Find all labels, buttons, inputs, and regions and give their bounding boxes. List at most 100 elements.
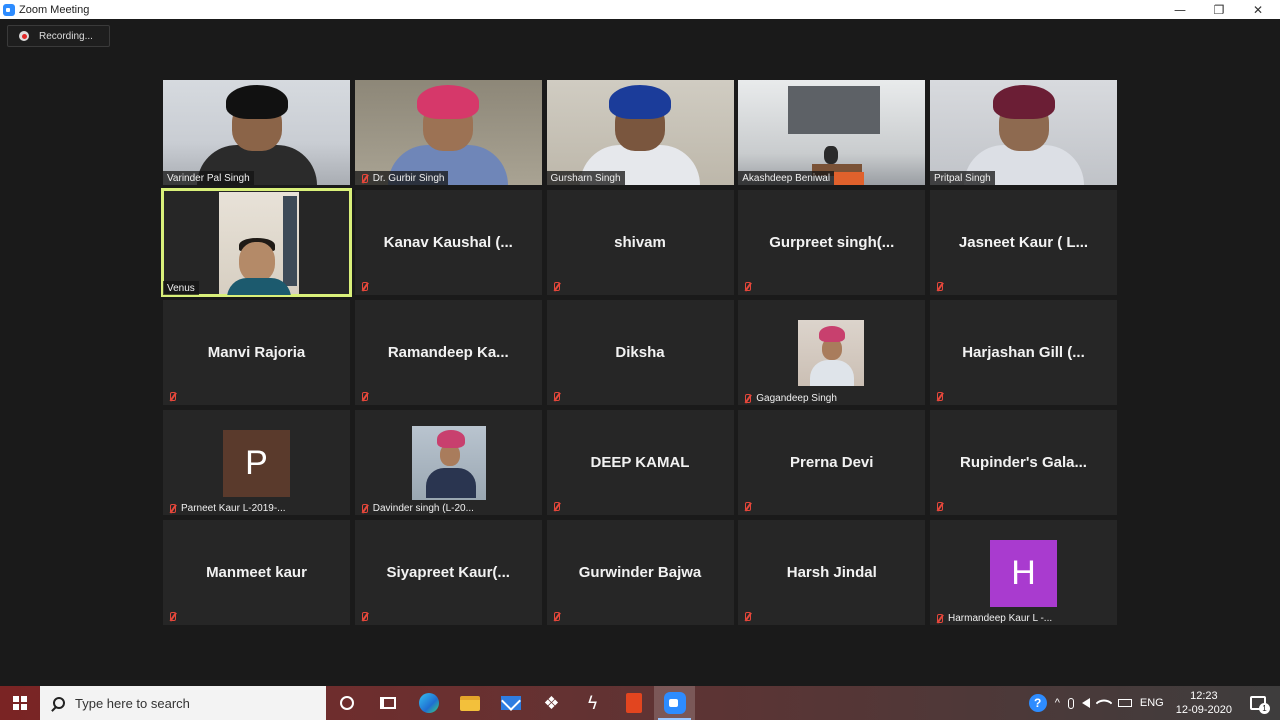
clock[interactable]: 12:23 12-09-2020 [1168, 689, 1240, 717]
muted-mic-icon [551, 501, 561, 512]
participant-name: Gagandeep Singh [738, 391, 841, 405]
edge-icon [418, 693, 439, 713]
clock-time: 12:23 [1190, 690, 1218, 702]
app-bolt-button[interactable]: ϟ [572, 686, 613, 720]
participant-display-name: Manvi Rajoria [207, 344, 306, 361]
profile-letter-avatar: P [223, 430, 290, 497]
muted-mic-icon [359, 281, 369, 292]
wifi-icon [1095, 694, 1113, 712]
participant-tile[interactable]: Harsh Jindal [738, 520, 926, 625]
speaker-icon [1081, 698, 1090, 708]
task-view-icon [379, 697, 396, 709]
window-title: Zoom Meeting [19, 3, 90, 16]
participant-tile[interactable]: Harjashan Gill (... [930, 300, 1117, 405]
participant-display-name: Kanav Kaushal (... [383, 234, 513, 251]
chair [834, 172, 865, 185]
recording-indicator[interactable]: Recording... [7, 25, 110, 47]
system-tray: ? ^ ENG 12:23 12-09-2020 1 [1025, 686, 1280, 720]
participant-video [354, 80, 542, 185]
clock-date: 12-09-2020 [1175, 704, 1232, 716]
participant-tile[interactable]: Dr. Gurbir Singh [354, 80, 542, 185]
edge-button[interactable] [408, 686, 449, 720]
participant-video [930, 80, 1117, 185]
participant-video [738, 80, 926, 185]
muted-mic-icon [742, 611, 752, 622]
participant-tile[interactable]: Kanav Kaushal (... [354, 190, 542, 295]
participant-display-name: Jasneet Kaur ( L... [958, 234, 1089, 251]
action-center-button[interactable]: 1 [1240, 686, 1280, 720]
title-bar: Zoom Meeting — ❐ ✕ [0, 0, 1280, 19]
participant-tile[interactable]: Prerna Devi [738, 410, 926, 515]
participant-tile[interactable]: Jasneet Kaur ( L... [930, 190, 1117, 295]
participant-tile[interactable]: P Parneet Kaur L-2019-... [163, 410, 350, 515]
participant-name: Harmandeep Kaur L -... [930, 611, 1056, 625]
participant-tile[interactable]: Pritpal Singh [930, 80, 1117, 185]
participant-tile[interactable]: DEEP KAMAL [546, 410, 734, 515]
cortana-button[interactable] [326, 686, 367, 720]
restore-button[interactable]: ❐ [1199, 0, 1239, 19]
participant-tile[interactable]: shivam [546, 190, 734, 295]
chevron-up-icon: ^ [1054, 697, 1060, 709]
file-explorer-button[interactable] [449, 686, 490, 720]
show-hidden-icons-button[interactable]: ^ [1051, 686, 1064, 720]
participant-tile[interactable]: Manmeet kaur [163, 520, 350, 625]
office-button[interactable] [613, 686, 654, 720]
close-button[interactable]: ✕ [1238, 0, 1278, 19]
participant-video [163, 80, 350, 185]
participant-display-name: Prerna Devi [790, 454, 874, 471]
language-indicator[interactable]: ENG [1136, 686, 1168, 720]
participant-display-name: Diksha [615, 344, 665, 361]
person-figure [824, 146, 839, 164]
help-button[interactable]: ? [1025, 686, 1051, 720]
battery-icon [1117, 699, 1132, 707]
battery-button[interactable] [1114, 686, 1136, 720]
participant-name: Davinder singh (L-20... [355, 501, 478, 515]
dropbox-button[interactable]: ❖ [531, 686, 572, 720]
participant-tile[interactable]: Akashdeep Beniwal [738, 80, 926, 185]
search-icon [53, 697, 65, 709]
minimize-button[interactable]: — [1160, 0, 1200, 19]
microphone-tray-button[interactable] [1064, 686, 1078, 720]
muted-mic-icon [551, 391, 561, 402]
participant-tile[interactable]: Gagandeep Singh [738, 300, 926, 405]
zoom-taskbar-button[interactable] [654, 686, 695, 720]
participant-display-name: Siyapreet Kaur(... [386, 564, 510, 581]
participant-display-name: Gurpreet singh(... [769, 234, 895, 251]
participant-tile[interactable]: Gurwinder Bajwa [546, 520, 734, 625]
participant-tile[interactable]: Ramandeep Ka... [354, 300, 542, 405]
participant-tile[interactable]: Gursharn Singh [546, 80, 734, 185]
muted-mic-icon [167, 391, 177, 402]
participant-display-name: DEEP KAMAL [590, 454, 690, 471]
participant-tile[interactable]: Siyapreet Kaur(... [354, 520, 542, 625]
network-button[interactable] [1094, 686, 1114, 720]
participant-tile[interactable]: H Harmandeep Kaur L -... [930, 520, 1117, 625]
participant-tile[interactable]: Manvi Rajoria [163, 300, 350, 405]
gallery-view: Varinder Pal Singh Dr. Gurbir Singh Gurs… [161, 80, 1117, 625]
muted-mic-icon [934, 281, 944, 292]
participant-name: Venus [163, 281, 199, 295]
muted-mic-icon [359, 503, 369, 514]
participant-tile[interactable]: Gurpreet singh(... [738, 190, 926, 295]
zoom-app-icon [3, 3, 15, 16]
dropbox-icon: ❖ [543, 692, 560, 713]
taskbar-search-box[interactable] [40, 686, 326, 720]
muted-mic-icon [742, 281, 752, 292]
windows-taskbar: ❖ ϟ ? ^ ENG 12:23 12-09-2020 1 [0, 686, 1280, 720]
task-view-button[interactable] [367, 686, 408, 720]
participant-name: Akashdeep Beniwal [738, 171, 835, 185]
participant-name: Parneet Kaur L-2019-... [163, 501, 290, 515]
volume-button[interactable] [1078, 686, 1094, 720]
taskbar-search-input[interactable] [75, 695, 295, 711]
participant-tile[interactable]: Varinder Pal Singh [163, 80, 350, 185]
mail-button[interactable] [490, 686, 531, 720]
muted-mic-icon [742, 501, 752, 512]
recording-label: Recording... [39, 30, 93, 42]
participant-tile-active-speaker[interactable]: Venus [161, 188, 352, 297]
help-icon: ? [1028, 694, 1047, 712]
muted-mic-icon [167, 611, 177, 622]
participant-tile[interactable]: Rupinder's Gala... [930, 410, 1117, 515]
start-button[interactable] [0, 686, 40, 720]
office-icon [625, 693, 642, 713]
participant-tile[interactable]: Diksha [546, 300, 734, 405]
participant-tile[interactable]: Davinder singh (L-20... [354, 410, 542, 515]
